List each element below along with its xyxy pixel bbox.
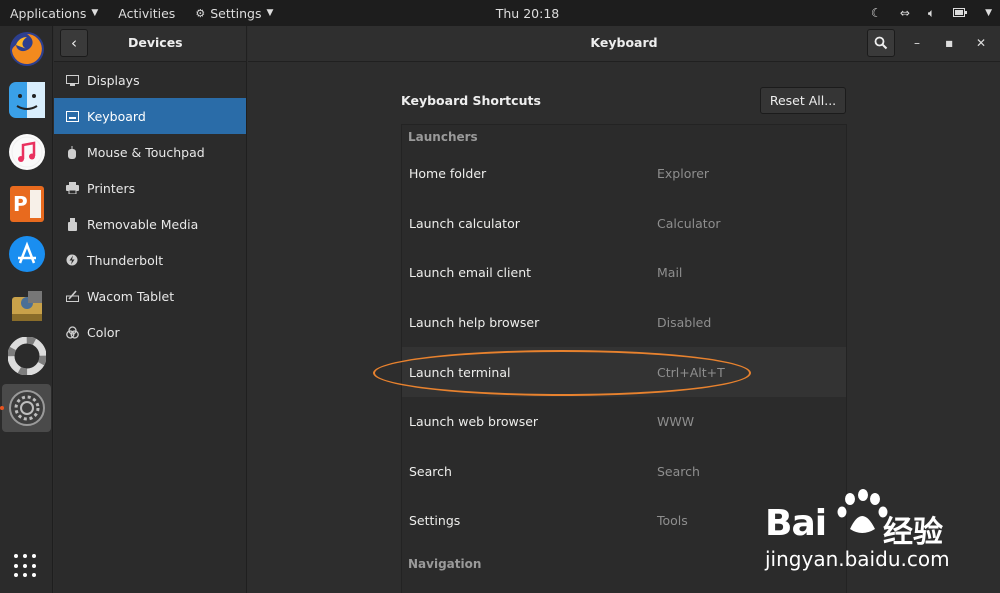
activities-button[interactable]: Activities (108, 6, 185, 21)
shortcut-row-launch-terminal[interactable]: Launch terminal Ctrl+Alt+T (402, 347, 846, 397)
sidebar-item-label: Displays (87, 72, 140, 88)
group-header-launchers: Launchers (408, 130, 478, 144)
tablet-icon (64, 289, 80, 303)
main-header: Keyboard – ■ ✕ (248, 26, 1000, 62)
chevron-left-icon: ‹ (71, 34, 77, 52)
shortcut-name: Launch calculator (409, 215, 520, 231)
sidebar-header: ‹ Devices (54, 26, 247, 62)
mouse-icon (64, 145, 80, 159)
shortcut-row[interactable]: Home folder Explorer (402, 149, 846, 199)
chevron-down-icon: ▼ (266, 8, 274, 18)
sidebar-item-mouse-touchpad[interactable]: Mouse & Touchpad (54, 134, 246, 170)
network-icon[interactable]: ⇔ (900, 6, 910, 20)
section-title: Keyboard Shortcuts (401, 93, 541, 108)
volume-icon[interactable]: 🔈︎ (928, 6, 935, 21)
printer-icon (64, 181, 80, 195)
shortcut-name: Search (409, 463, 452, 479)
sidebar-item-wacom-tablet[interactable]: Wacom Tablet (54, 278, 246, 314)
sidebar-item-keyboard[interactable]: Keyboard (54, 98, 246, 134)
shortcut-name: Launch web browser (409, 414, 539, 430)
settings-icon[interactable] (7, 388, 47, 428)
sidebar-item-label: Color (87, 324, 120, 340)
sidebar: Displays Keyboard Mouse & Touchpad Print… (54, 62, 247, 593)
night-light-icon[interactable]: ☾ (871, 6, 882, 20)
shortcut-row[interactable]: Launch email client Mail (402, 248, 846, 298)
shortcut-accel: Explorer (657, 166, 710, 182)
sidebar-item-thunderbolt[interactable]: Thunderbolt (54, 242, 246, 278)
color-icon (64, 325, 80, 339)
minimize-button[interactable]: – (906, 32, 928, 54)
search-button[interactable] (867, 29, 895, 57)
search-icon (874, 36, 888, 50)
shortcut-name: Launch help browser (409, 315, 540, 331)
minimize-icon: – (914, 36, 920, 50)
music-icon[interactable] (7, 132, 47, 172)
settings-app-label: Settings (210, 5, 262, 21)
power-menu-icon[interactable]: ▼ (985, 8, 992, 18)
running-indicator (0, 406, 4, 410)
sidebar-item-label: Thunderbolt (87, 252, 164, 268)
sidebar-item-displays[interactable]: Displays (54, 62, 246, 98)
shortcut-accel: Disabled (657, 315, 712, 331)
usb-icon (64, 217, 80, 231)
maximize-button[interactable]: ■ (938, 32, 960, 54)
watermark: Bai 经验 jingyan.baidu.com (762, 485, 992, 575)
sidebar-item-removable-media[interactable]: Removable Media (54, 206, 246, 242)
battery-icon[interactable] (953, 6, 968, 20)
activities-label: Activities (118, 5, 176, 21)
presentation-icon[interactable]: P (7, 184, 47, 224)
sidebar-item-label: Mouse & Touchpad (87, 144, 205, 160)
watermark-brand-suffix: 经验 (883, 515, 943, 550)
shortcut-name: Launch terminal (409, 364, 511, 380)
shortcut-row[interactable]: Launch help browser Disabled (402, 298, 846, 348)
sidebar-item-color[interactable]: Color (54, 314, 246, 350)
display-icon (64, 73, 80, 87)
shortcut-row[interactable]: Launch web browser WWW (402, 397, 846, 447)
thunderbolt-icon (64, 253, 80, 267)
disk-icon[interactable] (7, 286, 47, 326)
keyboard-icon (64, 109, 80, 123)
close-button[interactable]: ✕ (970, 32, 992, 54)
shortcut-accel: WWW (657, 414, 695, 430)
shortcut-name: Launch email client (409, 265, 532, 281)
sidebar-title: Devices (128, 35, 183, 50)
svg-text:P: P (13, 192, 28, 216)
watermark-brand: Bai (765, 503, 827, 544)
firefox-icon[interactable] (7, 29, 47, 69)
sidebar-item-label: Removable Media (87, 216, 199, 232)
chevron-down-icon: ▼ (91, 8, 99, 18)
system-tray[interactable]: ☾ ⇔ 🔈︎ ▼ (871, 0, 992, 26)
shortcut-name: Settings (409, 513, 461, 529)
finder-icon[interactable] (7, 80, 47, 120)
show-applications-icon[interactable] (14, 554, 38, 578)
applications-label: Applications (10, 5, 87, 21)
settings-app-icon: ⚙ (195, 6, 206, 20)
paw-logo-icon (837, 489, 888, 533)
close-icon: ✕ (975, 36, 987, 50)
back-button[interactable]: ‹ (60, 29, 88, 57)
dock: P (0, 26, 53, 593)
clock[interactable]: Thu 20:18 (496, 6, 559, 21)
top-bar: Applications ▼ Activities ⚙ Settings ▼ T… (0, 0, 1000, 26)
group-header-navigation: Navigation (408, 557, 482, 571)
applications-menu[interactable]: Applications ▼ (0, 6, 108, 21)
maximize-icon: ■ (945, 38, 953, 48)
watermark-url: jingyan.baidu.com (765, 547, 950, 571)
settings-app-menu[interactable]: ⚙ Settings ▼ (185, 6, 283, 21)
reset-all-button[interactable]: Reset All... (760, 87, 846, 114)
shortcut-accel: Ctrl+Alt+T (657, 364, 725, 380)
sidebar-item-label: Printers (87, 180, 136, 196)
shortcut-accel: Search (657, 463, 700, 479)
sidebar-item-printers[interactable]: Printers (54, 170, 246, 206)
app-store-icon[interactable] (7, 234, 47, 274)
shortcut-accel: Tools (657, 513, 688, 529)
lifebuoy-icon[interactable] (7, 336, 47, 376)
sidebar-item-label: Wacom Tablet (87, 288, 175, 304)
shortcut-accel: Calculator (657, 215, 721, 231)
shortcut-name: Home folder (409, 166, 487, 182)
shortcut-accel: Mail (657, 265, 683, 281)
sidebar-item-label: Keyboard (87, 108, 146, 124)
shortcut-row[interactable]: Launch calculator Calculator (402, 199, 846, 249)
